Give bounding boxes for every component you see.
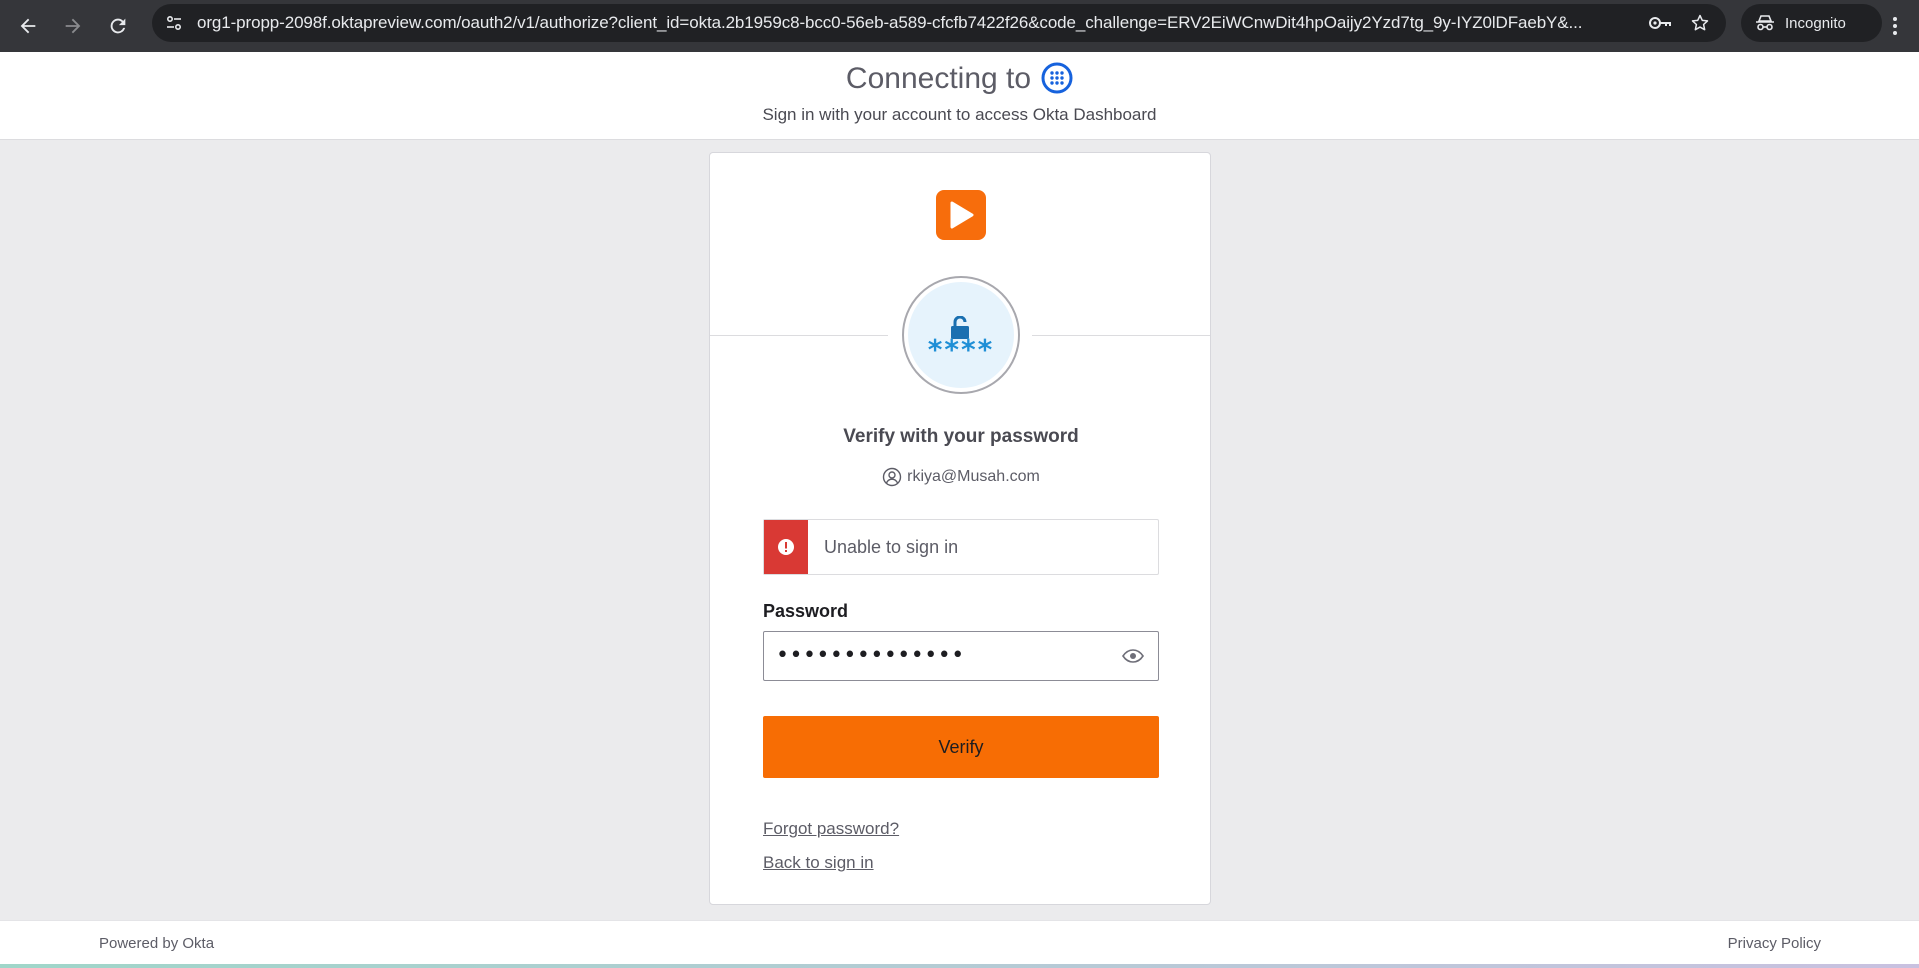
connecting-text: Connecting to xyxy=(845,62,1032,95)
divider xyxy=(710,335,888,336)
incognito-label: Incognito xyxy=(1785,14,1846,32)
page-footer: Powered by Okta Privacy Policy xyxy=(0,920,1919,964)
key-icon xyxy=(1649,17,1671,29)
browser-menu-button[interactable] xyxy=(1880,4,1910,48)
password-label: Password xyxy=(763,601,849,621)
privacy-policy-link[interactable]: Privacy Policy xyxy=(1728,935,1821,952)
password-value[interactable]: •••••••••••••• xyxy=(776,632,965,680)
site-info-button[interactable] xyxy=(162,11,186,35)
error-message: Unable to sign in xyxy=(824,537,959,557)
verify-button[interactable]: Verify xyxy=(763,716,1159,778)
forgot-password-link[interactable]: Forgot password? xyxy=(763,819,899,839)
incognito-indicator[interactable]: Incognito xyxy=(1741,4,1882,42)
alert-icon xyxy=(778,539,794,555)
forward-arrow-icon xyxy=(65,18,81,34)
reload-button[interactable] xyxy=(96,4,140,48)
bottom-border xyxy=(0,964,1919,968)
more-vert-icon xyxy=(1893,17,1897,35)
password-input[interactable]: •••••••••••••• xyxy=(763,631,1159,681)
powered-by-text: Powered by Okta xyxy=(99,935,215,952)
error-strip xyxy=(764,520,808,574)
user-icon xyxy=(882,467,902,487)
divider xyxy=(1032,335,1210,336)
star-icon xyxy=(1691,14,1709,31)
sign-in-card: **** Verify with your password rkiya@Mus… xyxy=(709,152,1211,905)
back-button[interactable] xyxy=(6,4,50,48)
browser-toolbar: org1-propp-2098f.oktapreview.com/oauth2/… xyxy=(0,0,1919,52)
show-password-toggle[interactable] xyxy=(1122,647,1144,665)
identifier-text: rkiya@Musah.com xyxy=(907,468,1040,485)
incognito-icon xyxy=(1756,15,1774,31)
password-manager-button[interactable] xyxy=(1648,11,1672,35)
site-info-icon xyxy=(166,15,182,31)
back-arrow-icon xyxy=(20,18,36,34)
address-bar[interactable]: org1-propp-2098f.oktapreview.com/oauth2/… xyxy=(152,4,1726,42)
user-identifier: rkiya@Musah.com xyxy=(710,467,1212,487)
connecting-subtitle: Sign in with your account to access Okta… xyxy=(762,105,1157,124)
okta-dashboard-icon xyxy=(1041,62,1073,102)
play-logo-icon xyxy=(950,201,974,229)
bookmark-button[interactable] xyxy=(1688,11,1712,35)
password-stars: **** xyxy=(927,333,995,366)
url-text[interactable]: org1-propp-2098f.oktapreview.com/oauth2/… xyxy=(197,4,1587,42)
connecting-title: Connecting to xyxy=(0,62,1919,102)
back-to-sign-in-link[interactable]: Back to sign in xyxy=(763,853,874,873)
error-callout: Unable to sign in xyxy=(763,519,1159,575)
password-authenticator-badge: **** xyxy=(902,276,1020,394)
forward-button[interactable] xyxy=(51,4,95,48)
connecting-header: Connecting to Sign in with your account … xyxy=(0,52,1919,140)
org-logo xyxy=(936,190,986,240)
reload-icon xyxy=(110,18,126,34)
page-title: Verify with your password xyxy=(843,426,1079,447)
eye-icon xyxy=(1122,649,1144,663)
